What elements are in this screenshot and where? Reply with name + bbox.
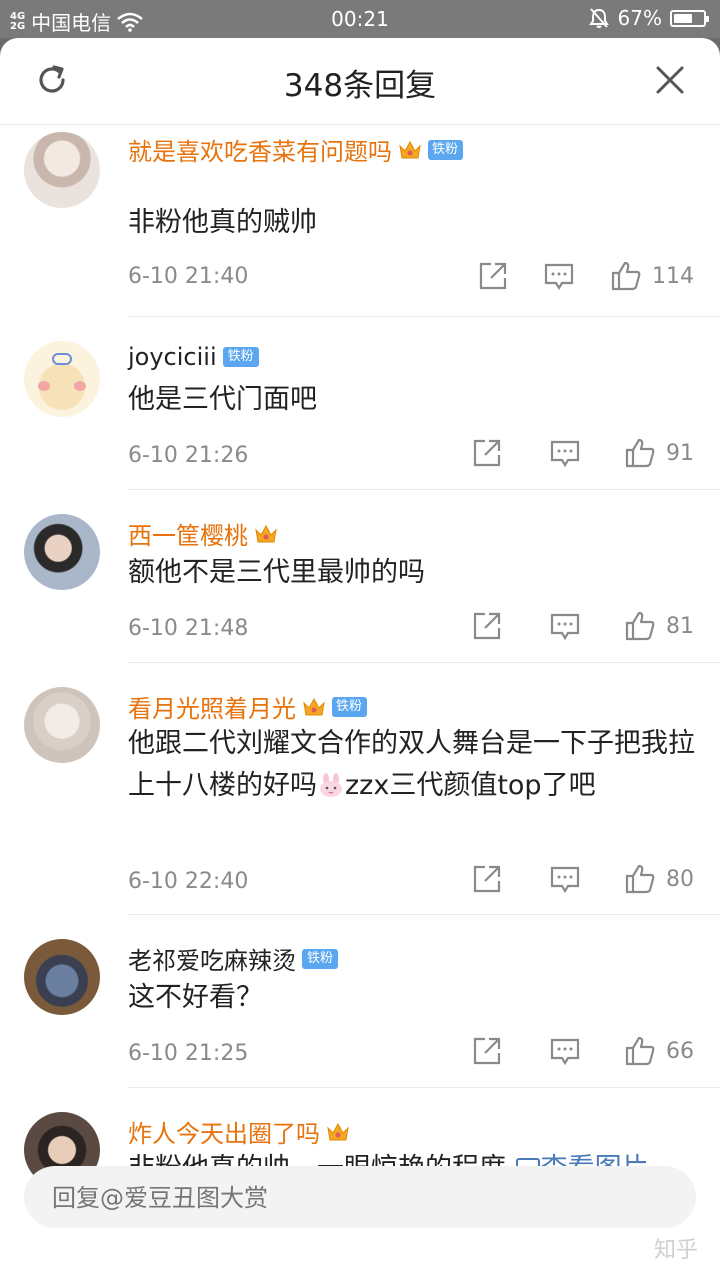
comment-author[interactable]: 西一筐樱桃 <box>128 516 278 551</box>
fan-badge: 铁粉 <box>428 139 464 160</box>
like-button[interactable]: 66 <box>624 1035 694 1067</box>
comment-item[interactable]: 就是喜欢吃香菜有问题吗 铁粉 非粉他真的贼帅 6-10 21:40 114 <box>0 124 720 317</box>
comment-text: 这不好看？ <box>128 982 263 1013</box>
comment-author[interactable]: 老祁爱吃麻辣烫 铁粉 <box>128 941 339 976</box>
comment-date: 6-10 21:48 <box>128 616 249 641</box>
rabbit-emoji-icon <box>320 773 342 797</box>
fan-badge: 铁粉 <box>222 347 259 367</box>
comment-author[interactable]: 炸人今天出圈了吗 <box>128 1114 350 1149</box>
share-button[interactable] <box>472 864 502 894</box>
replies-sheet: 348条回复 就是喜欢吃香菜有问题吗 铁粉 非粉他真的贼帅 6-10 21:40 <box>0 38 720 1280</box>
crown-icon <box>303 697 325 715</box>
comment-button[interactable] <box>550 611 580 641</box>
avatar[interactable] <box>24 939 100 1015</box>
comment-icon <box>550 1038 580 1066</box>
share-icon <box>473 865 501 893</box>
comment-actions: 66 <box>472 1035 694 1067</box>
like-count: 81 <box>666 613 694 639</box>
comment-text: 额他不是三代里最帅的吗 <box>128 557 425 588</box>
battery-percent: 67% <box>617 6 662 30</box>
like-count: 66 <box>666 1038 694 1064</box>
comment-button[interactable] <box>544 261 574 291</box>
fan-badge: 铁粉 <box>302 948 339 969</box>
like-count: 91 <box>666 440 694 466</box>
comment-icon <box>550 613 580 641</box>
comment-item[interactable]: joyciciii 铁粉 他是三代门面吧 6-10 21:26 91 <box>0 317 720 490</box>
comment-item[interactable]: 老祁爱吃麻辣烫 铁粉 这不好看？ 6-10 21:25 66 <box>0 915 720 1088</box>
share-icon <box>479 262 507 290</box>
comment-author[interactable]: joyciciii 铁粉 <box>128 343 259 371</box>
crown-icon <box>327 1122 349 1140</box>
reply-input[interactable] <box>50 1166 654 1230</box>
thumbs-up-icon <box>625 611 655 641</box>
share-icon <box>473 439 501 467</box>
comment-icon <box>550 866 580 894</box>
avatar[interactable] <box>24 132 100 208</box>
comment-icon <box>550 440 580 468</box>
comment-actions: 114 <box>478 260 694 292</box>
comment-button[interactable] <box>550 1036 580 1066</box>
comment-date: 6-10 21:25 <box>128 1041 249 1066</box>
comment-text: 他跟二代刘耀文合作的双人舞台是一下子把我拉上十八楼的好吗 zzx三代颜值top了吧 <box>128 728 695 801</box>
reply-bar[interactable] <box>24 1166 696 1230</box>
mute-bell-icon <box>588 8 609 28</box>
comment-item[interactable]: 西一筐樱桃 额他不是三代里最帅的吗 6-10 21:48 81 <box>0 490 720 663</box>
battery-icon <box>670 9 709 27</box>
close-icon <box>656 66 684 94</box>
comment-author[interactable]: 看月光照着月光 铁粉 <box>128 689 368 724</box>
comment-button[interactable] <box>550 438 580 468</box>
thumbs-up-icon <box>625 438 655 468</box>
fan-badge: 铁粉 <box>332 696 368 717</box>
avatar[interactable] <box>24 687 100 763</box>
avatar[interactable] <box>24 514 100 590</box>
comment-icon <box>544 263 574 291</box>
thumbs-up-icon <box>611 261 641 291</box>
comment-date: 6-10 21:40 <box>128 264 249 289</box>
share-icon <box>473 612 501 640</box>
page-title: 348条回复 <box>283 68 437 104</box>
comment-actions: 91 <box>472 437 694 469</box>
like-count: 80 <box>666 866 694 892</box>
comment-actions: 81 <box>472 610 694 642</box>
watermark: 知乎 <box>653 1238 698 1263</box>
comment-author[interactable]: 就是喜欢吃香菜有问题吗 铁粉 <box>128 132 464 167</box>
comment-text: 他是三代门面吧 <box>128 384 317 415</box>
crown-icon <box>255 524 277 542</box>
avatar[interactable] <box>24 341 100 417</box>
share-button[interactable] <box>472 1036 502 1066</box>
share-button[interactable] <box>472 438 502 468</box>
crown-icon <box>399 140 421 158</box>
share-icon <box>473 1037 501 1065</box>
thumbs-up-icon <box>625 1036 655 1066</box>
like-button[interactable]: 81 <box>624 610 694 642</box>
like-count: 114 <box>652 263 694 289</box>
sheet-header: 348条回复 <box>0 38 720 125</box>
comment-item[interactable]: 看月光照着月光 铁粉 他跟二代刘耀文合作的双人舞台是一下子把我拉上十八楼的好吗 z… <box>0 663 720 915</box>
close-button[interactable] <box>650 60 690 100</box>
like-button[interactable]: 80 <box>624 863 694 895</box>
comment-date: 6-10 21:26 <box>128 443 249 468</box>
comment-button[interactable] <box>550 864 580 894</box>
comment-actions: 80 <box>472 863 694 895</box>
status-bar: 4G 2G 中国电信 00:21 67% <box>0 0 720 38</box>
like-button[interactable]: 91 <box>624 437 694 469</box>
like-button[interactable]: 114 <box>610 260 694 292</box>
thumbs-up-icon <box>625 864 655 894</box>
share-button[interactable] <box>472 611 502 641</box>
comment-text: 非粉他真的贼帅 <box>128 207 317 238</box>
comment-date: 6-10 22:40 <box>128 869 249 894</box>
share-button[interactable] <box>478 261 508 291</box>
